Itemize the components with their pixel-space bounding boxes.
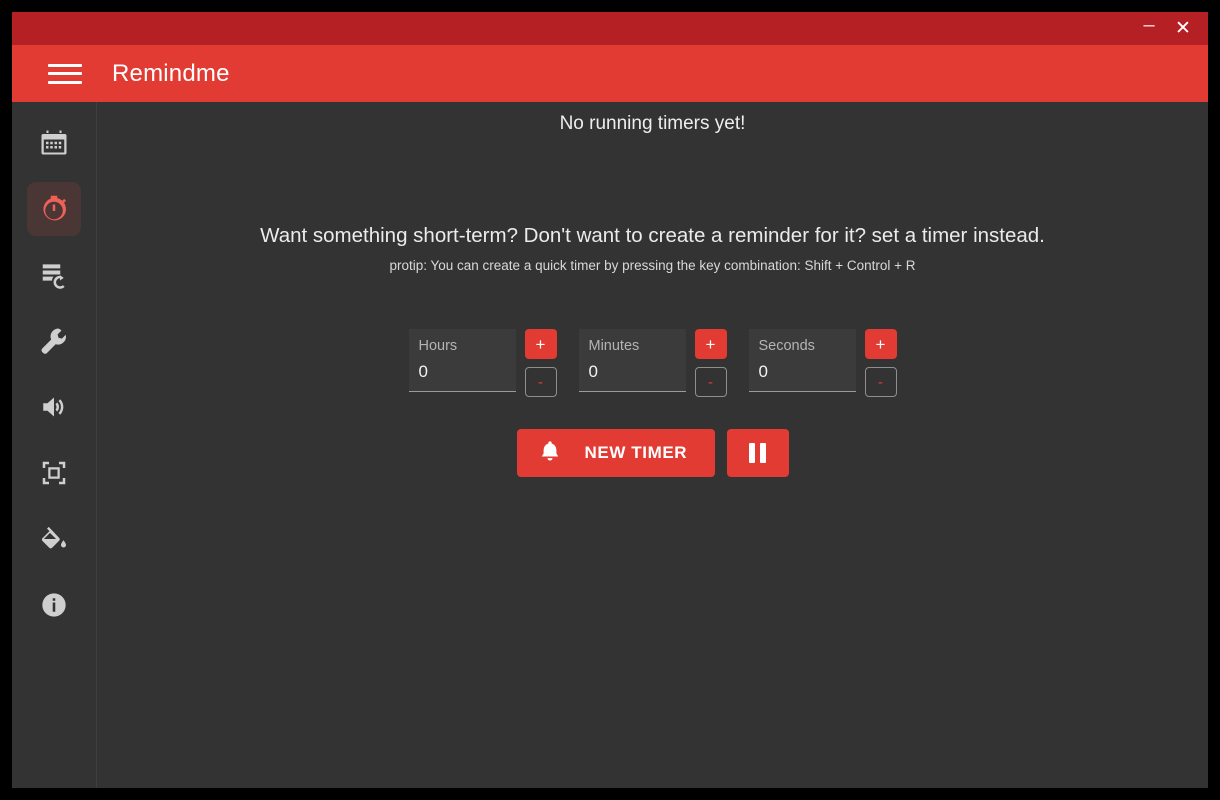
calendar-icon: [39, 128, 69, 158]
seconds-increment-button[interactable]: +: [864, 329, 897, 359]
minutes-field-group: Minutes 0 + -: [578, 329, 727, 397]
actions-row: NEW TIMER: [97, 429, 1208, 477]
sidebar-item-theme[interactable]: [27, 512, 81, 566]
hamburger-bar: [48, 63, 82, 67]
sidebar-item-screenshot[interactable]: [27, 446, 81, 500]
seconds-field-group: Seconds 0 + -: [748, 329, 897, 397]
hours-value: 0: [418, 361, 428, 381]
minutes-stepper: + -: [694, 329, 727, 397]
hamburger-menu-icon[interactable]: [48, 61, 82, 87]
frame-icon: [39, 458, 69, 488]
hours-increment-button[interactable]: +: [524, 329, 557, 359]
minutes-label: Minutes: [588, 338, 640, 354]
hours-input[interactable]: Hours 0: [408, 329, 516, 392]
pause-bar: [749, 443, 755, 463]
paint-bucket-icon: [39, 524, 69, 554]
main-content: No running timers yet! Want something sh…: [97, 102, 1208, 788]
sidebar-item-calendar[interactable]: [27, 116, 81, 170]
hours-label: Hours: [418, 338, 458, 354]
hamburger-bar: [48, 80, 82, 84]
app-header: Remindme: [12, 45, 1208, 102]
sidebar-item-history[interactable]: [27, 248, 81, 302]
minimize-button[interactable]: –: [1132, 15, 1166, 43]
volume-icon: [39, 392, 69, 422]
minutes-decrement-button[interactable]: -: [694, 367, 727, 397]
pause-icon: [749, 443, 766, 463]
sidebar-item-timers[interactable]: [27, 182, 81, 236]
app-window: – ✕ Remindme No running timers yet! Want…: [12, 12, 1208, 788]
new-timer-button[interactable]: NEW TIMER: [516, 429, 715, 477]
pause-bar: [760, 443, 766, 463]
minutes-increment-button[interactable]: +: [694, 329, 727, 359]
title-bar: – ✕: [12, 12, 1208, 45]
body-area: No running timers yet! Want something sh…: [12, 102, 1208, 788]
hours-stepper: + -: [524, 329, 557, 397]
new-timer-label: NEW TIMER: [584, 443, 688, 462]
seconds-value: 0: [758, 361, 768, 381]
sidebar-item-settings[interactable]: [27, 314, 81, 368]
duration-inputs: Hours 0 + - Minutes 0 + - Seconds 0 + -: [97, 329, 1208, 397]
bell-icon: [537, 439, 563, 468]
minutes-input[interactable]: Minutes 0: [578, 329, 686, 392]
sidebar-item-about[interactable]: [27, 578, 81, 632]
seconds-input[interactable]: Seconds 0: [748, 329, 856, 392]
sidebar: [12, 102, 97, 788]
protip-text: protip: You can create a quick timer by …: [389, 258, 916, 273]
seconds-stepper: + -: [864, 329, 897, 397]
wrench-icon: [39, 326, 69, 356]
seconds-decrement-button[interactable]: -: [864, 367, 897, 397]
running-timers-status: No running timers yet!: [559, 113, 746, 134]
history-icon: [39, 260, 69, 290]
app-title: Remindme: [112, 59, 230, 87]
hamburger-bar: [48, 72, 82, 75]
sidebar-item-sound[interactable]: [27, 380, 81, 434]
hours-field-group: Hours 0 + -: [408, 329, 557, 397]
close-button[interactable]: ✕: [1166, 15, 1200, 43]
hours-decrement-button[interactable]: -: [524, 367, 557, 397]
seconds-label: Seconds: [758, 338, 815, 354]
stopwatch-icon: [39, 194, 69, 224]
minutes-value: 0: [588, 361, 598, 381]
pause-button[interactable]: [726, 429, 789, 477]
pitch-text: Want something short-term? Don't want to…: [260, 224, 1045, 247]
info-icon: [40, 591, 68, 619]
